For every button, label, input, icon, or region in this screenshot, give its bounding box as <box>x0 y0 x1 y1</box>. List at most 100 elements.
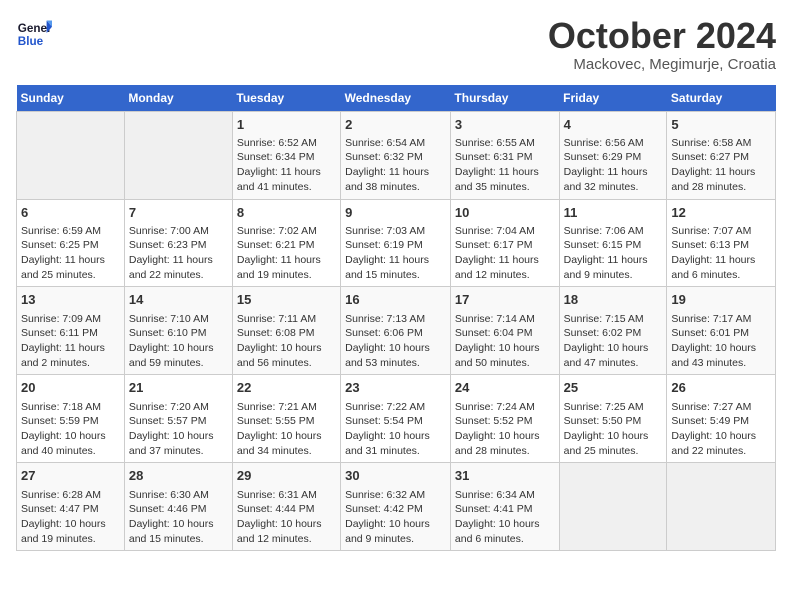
col-thursday: Thursday <box>450 85 559 112</box>
calendar-cell: 29Sunrise: 6:31 AMSunset: 4:44 PMDayligh… <box>232 463 340 551</box>
day-number: 6 <box>21 204 120 222</box>
day-info: Sunrise: 6:54 AMSunset: 6:32 PMDaylight:… <box>345 136 446 195</box>
calendar-cell: 13Sunrise: 7:09 AMSunset: 6:11 PMDayligh… <box>17 287 125 375</box>
day-info: Sunrise: 7:04 AMSunset: 6:17 PMDaylight:… <box>455 224 555 283</box>
day-number: 29 <box>237 467 336 485</box>
day-number: 12 <box>671 204 771 222</box>
day-info: Sunrise: 6:34 AMSunset: 4:41 PMDaylight:… <box>455 488 555 547</box>
calendar-table: Sunday Monday Tuesday Wednesday Thursday… <box>16 85 776 552</box>
day-info: Sunrise: 7:20 AMSunset: 5:57 PMDaylight:… <box>129 400 228 459</box>
day-number: 10 <box>455 204 555 222</box>
calendar-cell: 2 Sunrise: 6:54 AMSunset: 6:32 PMDaylight… <box>341 111 451 199</box>
day-info: Sunrise: 6:32 AMSunset: 4:42 PMDaylight:… <box>345 488 446 547</box>
calendar-cell: 20Sunrise: 7:18 AMSunset: 5:59 PMDayligh… <box>17 375 125 463</box>
day-info: Sunrise: 7:13 AMSunset: 6:06 PMDaylight:… <box>345 312 446 371</box>
calendar-week-row: 20Sunrise: 7:18 AMSunset: 5:59 PMDayligh… <box>17 375 776 463</box>
title-block: October 2024 Mackovec, Megimurje, Croati… <box>548 16 776 73</box>
calendar-cell: 14 Sunrise: 7:10 AMSunset: 6:10 PMDayligh… <box>124 287 232 375</box>
day-number: 15 <box>237 291 336 309</box>
calendar-cell: 17Sunrise: 7:14 AMSunset: 6:04 PMDayligh… <box>450 287 559 375</box>
calendar-cell: 19 Sunrise: 7:17 AMSunset: 6:01 PMDayligh… <box>667 287 776 375</box>
calendar-cell: 8 Sunrise: 7:02 AMSunset: 6:21 PMDaylight… <box>232 199 340 287</box>
day-number: 5 <box>671 116 771 134</box>
svg-text:Blue: Blue <box>18 35 44 48</box>
calendar-cell: 28 Sunrise: 6:30 AMSunset: 4:46 PMDayligh… <box>124 463 232 551</box>
calendar-cell: 11 Sunrise: 7:06 AMSunset: 6:15 PMDayligh… <box>559 199 667 287</box>
day-info: Sunrise: 7:00 AMSunset: 6:23 PMDaylight:… <box>129 224 228 283</box>
day-number: 1 <box>237 116 336 134</box>
day-number: 18 <box>564 291 663 309</box>
calendar-cell: 26 Sunrise: 7:27 AMSunset: 5:49 PMDayligh… <box>667 375 776 463</box>
day-info: Sunrise: 6:56 AMSunset: 6:29 PMDaylight:… <box>564 136 663 195</box>
day-number: 23 <box>345 379 446 397</box>
col-friday: Friday <box>559 85 667 112</box>
day-number: 2 <box>345 116 446 134</box>
day-number: 9 <box>345 204 446 222</box>
calendar-cell: 31 Sunrise: 6:34 AMSunset: 4:41 PMDayligh… <box>450 463 559 551</box>
day-number: 16 <box>345 291 446 309</box>
calendar-cell: 1Sunrise: 6:52 AMSunset: 6:34 PMDaylight… <box>232 111 340 199</box>
col-saturday: Saturday <box>667 85 776 112</box>
day-info: Sunrise: 7:09 AMSunset: 6:11 PMDaylight:… <box>21 312 120 371</box>
calendar-cell <box>667 463 776 551</box>
calendar-cell: 3 Sunrise: 6:55 AMSunset: 6:31 PMDaylight… <box>450 111 559 199</box>
col-sunday: Sunday <box>17 85 125 112</box>
day-number: 22 <box>237 379 336 397</box>
calendar-cell: 22 Sunrise: 7:21 AMSunset: 5:55 PMDayligh… <box>232 375 340 463</box>
day-number: 31 <box>455 467 555 485</box>
day-info: Sunrise: 7:03 AMSunset: 6:19 PMDaylight:… <box>345 224 446 283</box>
location-subtitle: Mackovec, Megimurje, Croatia <box>548 56 776 73</box>
day-number: 27 <box>21 467 120 485</box>
day-number: 8 <box>237 204 336 222</box>
day-number: 7 <box>129 204 228 222</box>
day-info: Sunrise: 6:30 AMSunset: 4:46 PMDaylight:… <box>129 488 228 547</box>
calendar-cell: 27Sunrise: 6:28 AMSunset: 4:47 PMDayligh… <box>17 463 125 551</box>
calendar-cell: 10 Sunrise: 7:04 AMSunset: 6:17 PMDayligh… <box>450 199 559 287</box>
day-info: Sunrise: 7:18 AMSunset: 5:59 PMDaylight:… <box>21 400 120 459</box>
calendar-cell: 23Sunrise: 7:22 AMSunset: 5:54 PMDayligh… <box>341 375 451 463</box>
day-info: Sunrise: 7:17 AMSunset: 6:01 PMDaylight:… <box>671 312 771 371</box>
day-number: 30 <box>345 467 446 485</box>
day-info: Sunrise: 7:10 AMSunset: 6:10 PMDaylight:… <box>129 312 228 371</box>
logo: General Blue <box>16 16 52 52</box>
day-number: 19 <box>671 291 771 309</box>
day-info: Sunrise: 6:59 AMSunset: 6:25 PMDaylight:… <box>21 224 120 283</box>
page-header: General Blue October 2024 Mackovec, Megi… <box>16 16 776 73</box>
calendar-cell <box>124 111 232 199</box>
calendar-cell: 21 Sunrise: 7:20 AMSunset: 5:57 PMDayligh… <box>124 375 232 463</box>
day-info: Sunrise: 7:02 AMSunset: 6:21 PMDaylight:… <box>237 224 336 283</box>
col-wednesday: Wednesday <box>341 85 451 112</box>
day-number: 21 <box>129 379 228 397</box>
day-info: Sunrise: 6:58 AMSunset: 6:27 PMDaylight:… <box>671 136 771 195</box>
calendar-cell: 6 Sunrise: 6:59 AMSunset: 6:25 PMDaylight… <box>17 199 125 287</box>
day-info: Sunrise: 7:21 AMSunset: 5:55 PMDaylight:… <box>237 400 336 459</box>
day-info: Sunrise: 7:25 AMSunset: 5:50 PMDaylight:… <box>564 400 663 459</box>
day-number: 28 <box>129 467 228 485</box>
day-info: Sunrise: 7:06 AMSunset: 6:15 PMDaylight:… <box>564 224 663 283</box>
day-number: 17 <box>455 291 555 309</box>
col-monday: Monday <box>124 85 232 112</box>
calendar-cell: 7 Sunrise: 7:00 AMSunset: 6:23 PMDaylight… <box>124 199 232 287</box>
calendar-cell: 15 Sunrise: 7:11 AMSunset: 6:08 PMDayligh… <box>232 287 340 375</box>
day-info: Sunrise: 7:11 AMSunset: 6:08 PMDaylight:… <box>237 312 336 371</box>
day-number: 11 <box>564 204 663 222</box>
calendar-cell: 30 Sunrise: 6:32 AMSunset: 4:42 PMDayligh… <box>341 463 451 551</box>
calendar-week-row: 27Sunrise: 6:28 AMSunset: 4:47 PMDayligh… <box>17 463 776 551</box>
calendar-cell: 4Sunrise: 6:56 AMSunset: 6:29 PMDaylight… <box>559 111 667 199</box>
calendar-cell: 12Sunrise: 7:07 AMSunset: 6:13 PMDayligh… <box>667 199 776 287</box>
calendar-week-row: 13Sunrise: 7:09 AMSunset: 6:11 PMDayligh… <box>17 287 776 375</box>
day-info: Sunrise: 6:55 AMSunset: 6:31 PMDaylight:… <box>455 136 555 195</box>
day-number: 25 <box>564 379 663 397</box>
calendar-cell: 5 Sunrise: 6:58 AMSunset: 6:27 PMDaylight… <box>667 111 776 199</box>
calendar-cell: 9 Sunrise: 7:03 AMSunset: 6:19 PMDaylight… <box>341 199 451 287</box>
day-info: Sunrise: 7:27 AMSunset: 5:49 PMDaylight:… <box>671 400 771 459</box>
header-row: Sunday Monday Tuesday Wednesday Thursday… <box>17 85 776 112</box>
day-number: 3 <box>455 116 555 134</box>
calendar-cell: 18 Sunrise: 7:15 AMSunset: 6:02 PMDayligh… <box>559 287 667 375</box>
day-info: Sunrise: 7:24 AMSunset: 5:52 PMDaylight:… <box>455 400 555 459</box>
day-info: Sunrise: 7:15 AMSunset: 6:02 PMDaylight:… <box>564 312 663 371</box>
calendar-cell: 25 Sunrise: 7:25 AMSunset: 5:50 PMDayligh… <box>559 375 667 463</box>
day-number: 26 <box>671 379 771 397</box>
month-title: October 2024 <box>548 16 776 56</box>
day-number: 14 <box>129 291 228 309</box>
